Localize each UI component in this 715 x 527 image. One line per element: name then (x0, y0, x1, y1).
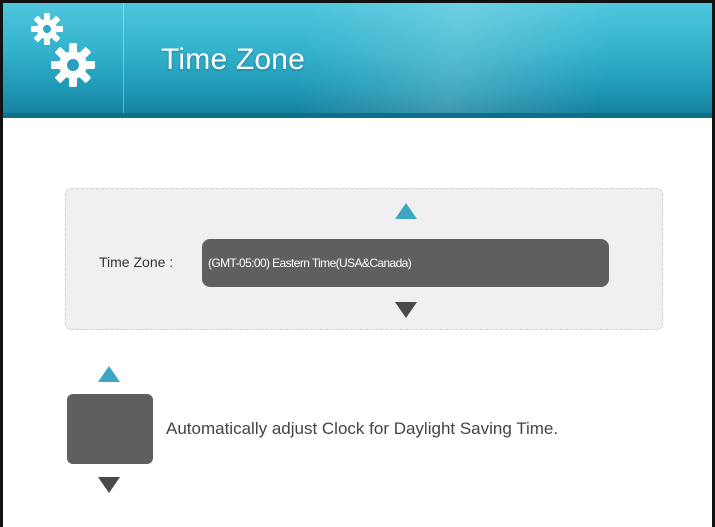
dst-down-arrow-icon[interactable] (98, 477, 120, 493)
time-zone-down-arrow-icon[interactable] (395, 302, 417, 318)
header-divider (123, 3, 124, 118)
dst-up-arrow-icon[interactable] (98, 366, 120, 382)
time-zone-up-arrow-icon[interactable] (395, 203, 417, 219)
header-bottom-line (3, 113, 712, 118)
dst-checkbox[interactable] (67, 394, 153, 464)
header-bar: Time Zone (3, 3, 712, 118)
gear-large-icon (51, 43, 95, 87)
dst-label: Automatically adjust Clock for Daylight … (166, 419, 559, 438)
page-title: Time Zone (161, 43, 306, 76)
time-zone-label: Time Zone : (99, 254, 174, 270)
time-zone-select[interactable]: (GMT-05:00) Eastern Time(USA&Canada) (202, 239, 609, 287)
app-window: Time Zone Time Zone : (GMT-05:00) Easter… (0, 0, 715, 527)
